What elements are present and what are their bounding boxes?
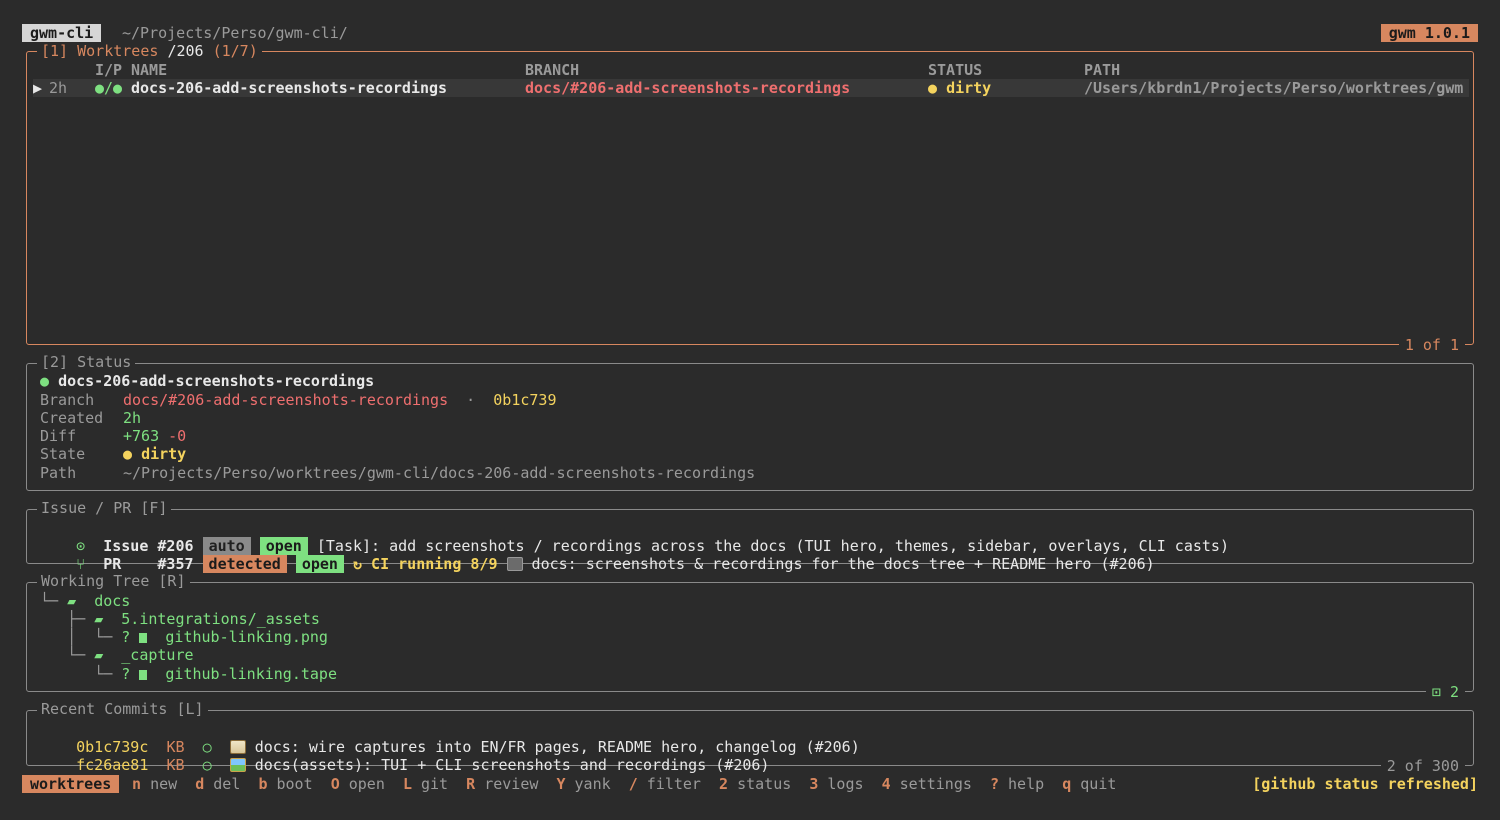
- folder-icon: ▰: [94, 610, 104, 628]
- diff-value: +763 -0: [123, 427, 187, 445]
- keybind-settings[interactable]: 4 settings: [882, 775, 972, 793]
- worktrees-pagination: 1 of 1: [1398, 336, 1465, 354]
- path-label: Path: [40, 464, 77, 482]
- keybind-open[interactable]: O open: [331, 775, 385, 793]
- worktree-row[interactable]: ▶ 2h ●/● docs-206-add-screenshots-record…: [33, 79, 1469, 97]
- keybind-del[interactable]: d del: [195, 775, 240, 793]
- worktree-status: ● dirty: [928, 79, 992, 97]
- issue-pr-panel-title: Issue / PR [F]: [37, 499, 172, 517]
- tree-node-folder[interactable]: ├─ ▰ 5.integrations/_assets: [40, 610, 320, 628]
- worktrees-panel-title: [1] Worktrees /206 (1/7): [37, 42, 262, 60]
- commit-hash: fc26ae81: [76, 756, 149, 774]
- current-directory: ~/Projects/Perso/gwm-cli/: [122, 24, 348, 42]
- status-panel[interactable]: [2] Status ● docs-206-add-screenshots-re…: [26, 353, 1474, 491]
- status-message: [github status refreshed]: [1252, 775, 1478, 793]
- pull-request-icon: ⑂: [76, 555, 86, 573]
- column-header-status[interactable]: STATUS: [928, 61, 982, 79]
- state-dot-icon: ●: [123, 445, 133, 463]
- branch-value: docs/#206-add-screenshots-recordings · 0…: [123, 391, 557, 409]
- commit-author: KB: [166, 756, 185, 774]
- changes-icon: ⊡: [1431, 683, 1441, 701]
- tree-node-folder[interactable]: └─ ▰ _capture: [40, 646, 193, 664]
- commit-dot-icon: ○: [202, 756, 212, 774]
- keybind-status[interactable]: 2 status: [719, 775, 791, 793]
- working-tree-count: ⊡ 2: [1425, 683, 1465, 701]
- pr-detected-badge: detected: [202, 555, 287, 573]
- column-header-ip: I/P: [95, 61, 123, 79]
- worktree-branch: docs/#206-add-screenshots-recordings: [525, 79, 851, 97]
- state-value: ● dirty: [123, 445, 187, 463]
- picture-icon: [229, 758, 246, 772]
- working-tree-panel-title: Working Tree [R]: [37, 572, 190, 590]
- active-dot-icon: ●: [40, 372, 50, 390]
- worktrees-panel[interactable]: [1] Worktrees /206 (1/7) I/P NAME BRANCH…: [26, 42, 1474, 354]
- keybind-yank[interactable]: Y yank: [556, 775, 610, 793]
- recent-commits-panel-title: Recent Commits [L]: [37, 700, 208, 718]
- file-icon: [139, 670, 148, 680]
- keybind-quit[interactable]: q quit: [1062, 775, 1116, 793]
- pr-number: #357: [157, 555, 194, 573]
- keybind-review[interactable]: R review: [466, 775, 538, 793]
- keybind-boot[interactable]: b boot: [258, 775, 312, 793]
- commit-message: docs(assets): TUI + CLI screenshots and …: [254, 756, 770, 774]
- commit-hash: 0b1c739: [493, 391, 557, 409]
- tree-node-file[interactable]: │ └─ ? github-linking.png: [40, 628, 328, 646]
- pr-title: docs: screenshots & recordings for the d…: [531, 555, 1155, 573]
- ip-status-icon: ●/●: [95, 79, 123, 97]
- created-label: Created: [40, 409, 104, 427]
- ci-status: ↻ CI running 8/9: [352, 555, 498, 573]
- selection-marker: ▶: [33, 79, 43, 97]
- created-value: 2h: [123, 409, 142, 427]
- camera-icon: [506, 557, 523, 571]
- keybind-filter[interactable]: / filter: [629, 775, 701, 793]
- pr-open-badge: open: [295, 555, 344, 573]
- column-header-path[interactable]: PATH: [1084, 61, 1120, 79]
- app-tag: gwm-cli: [22, 24, 102, 42]
- issue-pr-panel[interactable]: Issue / PR [F] ⊙ Issue #206 auto open [T…: [26, 499, 1474, 573]
- version-badge: gwm 1.0.1: [1380, 24, 1478, 42]
- folder-icon: ▰: [94, 646, 104, 664]
- mode-indicator: worktrees: [22, 775, 120, 793]
- worktree-age: 2h: [49, 79, 68, 97]
- working-tree-panel[interactable]: Working Tree [R] └─ ▰ docs ├─ ▰ 5.integr…: [26, 572, 1474, 701]
- diff-label: Diff: [40, 427, 77, 445]
- recent-commits-panel[interactable]: Recent Commits [L] 0b1c739c KB ○ docs: w…: [26, 700, 1474, 775]
- ci-running-icon: ↻: [352, 555, 363, 573]
- column-header-name[interactable]: NAME: [131, 61, 167, 79]
- status-worktree-name: ● docs-206-add-screenshots-recordings: [40, 372, 375, 390]
- file-icon: [139, 633, 148, 643]
- state-label: State: [40, 445, 86, 463]
- keybind-help[interactable]: ? help: [990, 775, 1044, 793]
- commits-pagination: 2 of 300: [1380, 757, 1465, 775]
- keybind-new[interactable]: n new: [132, 775, 177, 793]
- status-dot-icon: ●: [928, 79, 938, 97]
- column-header-branch[interactable]: BRANCH: [525, 61, 579, 79]
- keybinding-bar: n new d del b boot O open L git R review…: [132, 775, 1116, 793]
- branch-label: Branch: [40, 391, 95, 409]
- keybind-logs[interactable]: 3 logs: [809, 775, 863, 793]
- folder-icon: ▰: [67, 592, 77, 610]
- tree-node-folder[interactable]: └─ ▰ docs: [40, 592, 130, 610]
- worktree-name: docs-206-add-screenshots-recordings: [131, 79, 448, 97]
- path-value: ~/Projects/Perso/worktrees/gwm-cli/docs-…: [123, 464, 756, 482]
- tree-node-file[interactable]: └─ ? github-linking.tape: [40, 665, 337, 683]
- status-panel-title: [2] Status: [37, 353, 136, 371]
- worktree-path: /Users/kbrdn1/Projects/Perso/worktrees/g…: [1084, 79, 1464, 97]
- keybind-git[interactable]: L git: [403, 775, 448, 793]
